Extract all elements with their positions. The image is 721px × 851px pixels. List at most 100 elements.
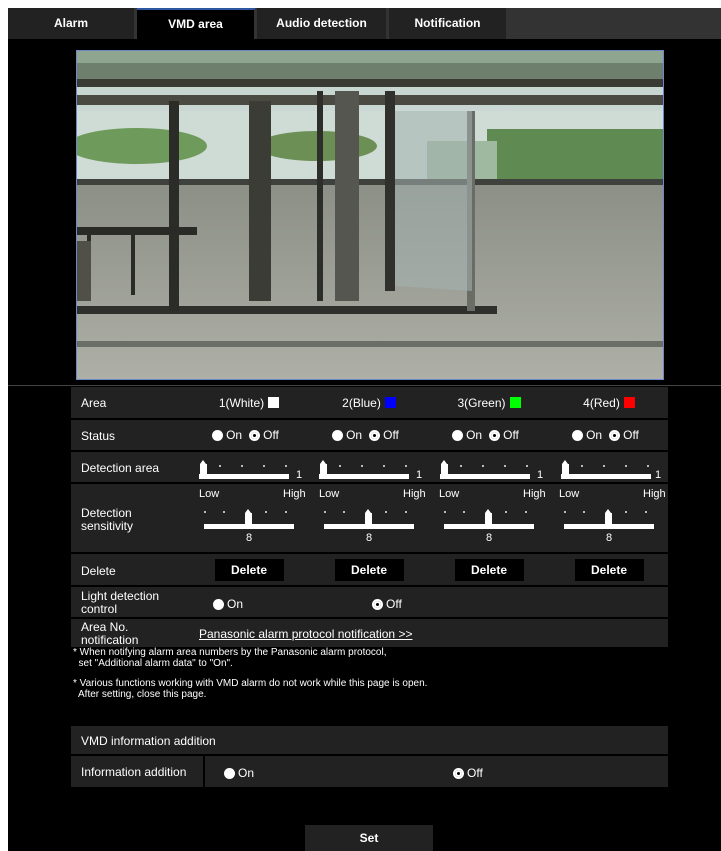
slider-value: 8: [246, 532, 253, 544]
light-detection-label: Light detection control: [81, 589, 160, 616]
area-no-notification-label: Area No. notification: [81, 620, 139, 647]
sensitivity-slider-1[interactable]: Low High 8: [191, 484, 309, 550]
detection-area-row: Detection area 1 1 1 1: [71, 452, 668, 484]
tab-notification[interactable]: Notification: [389, 8, 508, 39]
high-label: High: [403, 488, 426, 500]
delete-area-3-button[interactable]: Delete: [454, 558, 524, 581]
area-label: Area: [81, 396, 107, 410]
camera-preview[interactable]: [76, 50, 664, 380]
radio-icon: [213, 598, 224, 610]
detection-area-slider-1[interactable]: 1: [199, 458, 307, 482]
area-header-label: 4(Red): [583, 395, 620, 410]
radio-icon: [332, 429, 344, 441]
radio-checked-icon: [369, 429, 381, 441]
white-swatch: [268, 397, 280, 408]
detection-area-label: Detection area: [81, 461, 160, 475]
tab-bar: Alarm VMD area Audio detection Notificat…: [8, 8, 721, 39]
slider-handle[interactable]: [200, 460, 207, 477]
light-detection-row: Light detection control On Off: [71, 587, 668, 619]
tab-vmd-area[interactable]: VMD area: [137, 8, 256, 39]
radio-label: Off: [383, 428, 399, 442]
sensitivity-slider-3[interactable]: Low High 8: [431, 484, 549, 550]
status-radios-3: On Off: [429, 420, 549, 450]
status-on-radio[interactable]: On: [212, 428, 242, 442]
slider-handle[interactable]: [245, 509, 252, 526]
slider-value: 8: [606, 532, 613, 544]
low-label: Low: [439, 488, 460, 500]
detection-area-slider-3[interactable]: 1: [440, 458, 548, 482]
light-off-radio[interactable]: Off: [372, 597, 402, 611]
slider-track: [199, 474, 289, 479]
sensitivity-slider-2[interactable]: Low High 8: [311, 484, 429, 550]
area-header-2: 2(Blue): [309, 387, 429, 418]
high-label: High: [643, 488, 666, 500]
status-label: Status: [81, 429, 116, 443]
info-on-radio[interactable]: On: [224, 766, 254, 780]
status-off-radio[interactable]: Off: [249, 428, 279, 442]
status-radios-1: On Off: [189, 420, 309, 450]
delete-row: Delete Delete Delete Delete Delete: [71, 554, 668, 587]
notes: * When notifying alarm area numbers by t…: [73, 647, 427, 709]
slider-track: [561, 474, 651, 479]
slider-handle[interactable]: [485, 509, 492, 526]
radio-label: Off: [386, 597, 402, 611]
status-off-radio[interactable]: Off: [489, 428, 519, 442]
slider-value: 1: [416, 469, 423, 481]
low-label: Low: [319, 488, 340, 500]
blue-swatch: [384, 397, 396, 408]
status-radios-2: On Off: [309, 420, 429, 450]
info-addition-row: Information addition On Off: [71, 756, 668, 789]
info-header: VMD information addition: [81, 734, 216, 748]
area-header-3: 3(Green): [429, 387, 549, 418]
delete-area-1-button[interactable]: Delete: [214, 558, 284, 581]
delete-area-2-button[interactable]: Delete: [334, 558, 404, 581]
area-header-label: 2(Blue): [342, 395, 381, 410]
slider-handle[interactable]: [605, 509, 612, 526]
radio-checked-icon: [609, 429, 621, 441]
tab-audio-detection[interactable]: Audio detection: [257, 8, 388, 39]
slider-handle[interactable]: [441, 460, 448, 477]
high-label: High: [523, 488, 546, 500]
slider-handle[interactable]: [320, 460, 327, 477]
delete-label: Delete: [81, 564, 116, 578]
area-header-1: 1(White): [189, 387, 309, 418]
detection-area-slider-2[interactable]: 1: [319, 458, 427, 482]
sensitivity-slider-4[interactable]: Low High 8: [551, 484, 668, 550]
tab-alarm[interactable]: Alarm: [8, 8, 136, 39]
status-on-radio[interactable]: On: [572, 428, 602, 442]
detection-area-slider-4[interactable]: 1: [561, 458, 669, 482]
slider-value: 8: [366, 532, 373, 544]
status-row: Status On Off On Off On Off On Off: [71, 420, 668, 452]
set-button[interactable]: Set: [305, 825, 433, 851]
camera-image: [77, 51, 663, 379]
area-no-notification-row: Area No. notification Panasonic alarm pr…: [71, 619, 668, 649]
delete-area-4-button[interactable]: Delete: [574, 558, 644, 581]
area-header-label: 1(White): [218, 395, 265, 410]
radio-label: On: [346, 428, 363, 442]
radio-label: On: [227, 597, 244, 611]
radio-label: Off: [503, 428, 519, 442]
slider-handle[interactable]: [365, 509, 372, 526]
detection-sensitivity-row: Detection sensitivity Low High 8 Low Hig…: [71, 484, 668, 554]
slider-handle[interactable]: [562, 460, 569, 477]
column-divider: [203, 756, 205, 787]
panasonic-alarm-protocol-link[interactable]: Panasonic alarm protocol notification >>: [199, 627, 412, 641]
section-divider: [8, 385, 721, 386]
info-header-row: VMD information addition: [71, 726, 668, 756]
low-label: Low: [559, 488, 580, 500]
status-off-radio[interactable]: Off: [609, 428, 639, 442]
info-off-radio[interactable]: Off: [453, 766, 483, 780]
light-on-radio[interactable]: On: [213, 597, 243, 611]
status-radios-4: On Off: [549, 420, 669, 450]
note-vmd-functions: * Various functions working with VMD ala…: [73, 678, 428, 700]
slider-value: 8: [486, 532, 493, 544]
slider-track: [440, 474, 530, 479]
status-off-radio[interactable]: Off: [369, 428, 399, 442]
info-addition-label: Information addition: [81, 765, 187, 779]
status-on-radio[interactable]: On: [332, 428, 362, 442]
red-swatch: [623, 397, 635, 408]
low-label: Low: [199, 488, 220, 500]
status-on-radio[interactable]: On: [452, 428, 482, 442]
radio-icon: [212, 429, 224, 441]
slider-track: [319, 474, 409, 479]
